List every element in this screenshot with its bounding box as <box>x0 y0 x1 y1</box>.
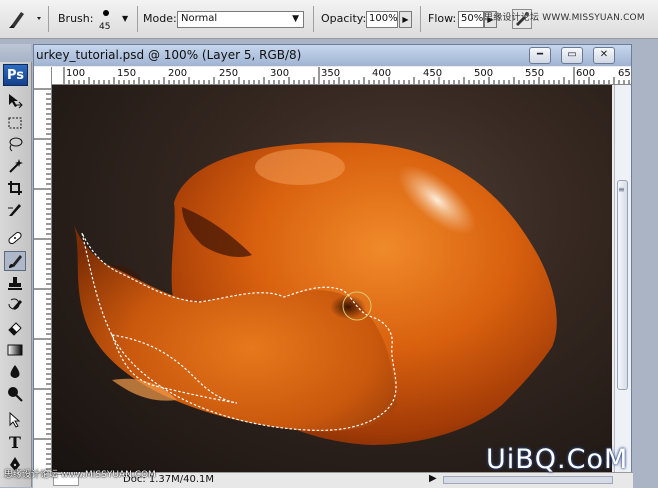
maximize-icon: ▭ <box>567 49 577 60</box>
eraser-tool[interactable] <box>4 318 26 338</box>
watermark-logo: UiBQ.CoM <box>486 444 629 475</box>
move-tool[interactable] <box>4 91 26 111</box>
ruler-label: 200 <box>168 68 188 79</box>
crop-icon <box>8 181 22 195</box>
opacity-slider-button[interactable]: ▶ <box>399 11 412 28</box>
horizontal-ruler[interactable]: 100 150 200 250 300 350 400 450 500 550 … <box>52 67 631 85</box>
opacity-label: Opacity: <box>321 12 367 25</box>
separator <box>313 6 314 32</box>
marquee-tool[interactable] <box>4 113 26 133</box>
move-icon <box>9 94 23 109</box>
ruler-label: 250 <box>219 68 239 79</box>
bandage-icon <box>8 231 22 245</box>
canvas[interactable] <box>52 85 612 484</box>
blend-mode-select[interactable]: Normal ▼ <box>177 11 304 28</box>
watermark-top: 思缘设计论坛 WWW.MISSYUAN.COM <box>484 13 645 23</box>
blend-mode-value: Normal <box>181 13 218 24</box>
grip-icon: ≡ <box>618 185 625 194</box>
blur-tool[interactable] <box>4 362 26 382</box>
chevron-down-icon: ▼ <box>122 14 129 23</box>
ruler-label: 550 <box>525 68 545 79</box>
toolbox-header[interactable] <box>0 44 31 63</box>
vertical-scrollbar[interactable]: ≡ <box>614 85 631 486</box>
magic-wand-icon <box>9 159 23 173</box>
ruler-label: 400 <box>372 68 392 79</box>
document-title: urkey_tutorial.psd @ 100% (Layer 5, RGB/… <box>36 48 302 62</box>
crop-tool[interactable] <box>4 178 26 198</box>
slice-icon <box>8 204 21 216</box>
minimize-button[interactable]: ━ <box>529 47 551 64</box>
separator <box>137 6 138 32</box>
arrow-icon <box>9 412 21 428</box>
drop-icon <box>10 365 20 378</box>
brush-tip-icon <box>103 10 109 16</box>
turkey-artwork <box>74 142 557 445</box>
scrollbar-thumb[interactable] <box>617 180 628 390</box>
document-title-bar[interactable]: urkey_tutorial.psd @ 100% (Layer 5, RGB/… <box>34 45 631 66</box>
brush-icon <box>9 12 41 28</box>
clone-stamp-tool[interactable] <box>4 274 26 294</box>
history-brush-icon <box>8 298 22 310</box>
slice-tool[interactable] <box>4 200 26 220</box>
ps-logo[interactable]: Ps <box>3 64 28 86</box>
ruler-label: 100 <box>66 68 86 79</box>
marquee-icon <box>8 117 22 129</box>
ruler-label: 450 <box>423 68 443 79</box>
eraser-icon <box>8 322 22 336</box>
history-brush-tool[interactable] <box>4 296 26 316</box>
separator <box>48 6 49 32</box>
flow-label: Flow: <box>428 12 457 25</box>
dodge-tool[interactable] <box>4 384 26 404</box>
dodge-icon <box>8 387 23 402</box>
magic-wand-tool[interactable] <box>4 156 26 176</box>
options-bar: Brush: 45 ▼ Mode: Normal ▼ Opacity: 100%… <box>0 0 658 39</box>
brush-label: Brush: <box>58 12 94 25</box>
ruler-label: 150 <box>117 68 137 79</box>
maximize-button[interactable]: ▭ <box>561 47 583 64</box>
close-icon: ✕ <box>599 49 609 60</box>
close-button[interactable]: ✕ <box>593 47 615 64</box>
stamp-icon <box>8 277 22 290</box>
healing-brush-tool[interactable] <box>4 228 26 248</box>
type-tool[interactable]: T <box>4 432 26 452</box>
flow-input[interactable]: 50% <box>458 11 484 28</box>
lasso-tool[interactable] <box>4 134 26 154</box>
lasso-icon <box>9 137 23 152</box>
path-selection-tool[interactable] <box>4 410 26 430</box>
brush-size: 45 <box>99 22 111 32</box>
document-window: urkey_tutorial.psd @ 100% (Layer 5, RGB/… <box>33 44 632 488</box>
ruler-label: 350 <box>321 68 341 79</box>
ruler-label: 600 <box>576 68 596 79</box>
ruler-label: 300 <box>270 68 290 79</box>
ruler-ticks <box>63 67 630 84</box>
minimize-icon: ━ <box>536 49 544 60</box>
chevron-down-icon: ▼ <box>292 14 299 24</box>
mode-label: Mode: <box>143 12 177 25</box>
gradient-icon <box>7 344 23 356</box>
brush-preset-picker[interactable]: 45 ▼ <box>95 4 129 34</box>
ruler-ticks <box>34 88 51 485</box>
brush-icon <box>9 255 22 268</box>
horizontal-scrollbar[interactable] <box>443 476 613 484</box>
vertical-ruler[interactable] <box>34 67 52 488</box>
ruler-label: 65 <box>618 68 631 79</box>
tool-preset-picker[interactable] <box>3 6 45 32</box>
chevron-right-icon[interactable]: ▶ <box>429 473 437 484</box>
brush-tool[interactable] <box>4 251 26 271</box>
watermark-bottom: 思缘设计论坛 www.MISSYUAN.COM <box>4 470 156 480</box>
ruler-label: 500 <box>474 68 494 79</box>
gradient-tool[interactable] <box>4 340 26 360</box>
opacity-input[interactable]: 100% <box>366 11 398 28</box>
separator <box>420 6 421 32</box>
